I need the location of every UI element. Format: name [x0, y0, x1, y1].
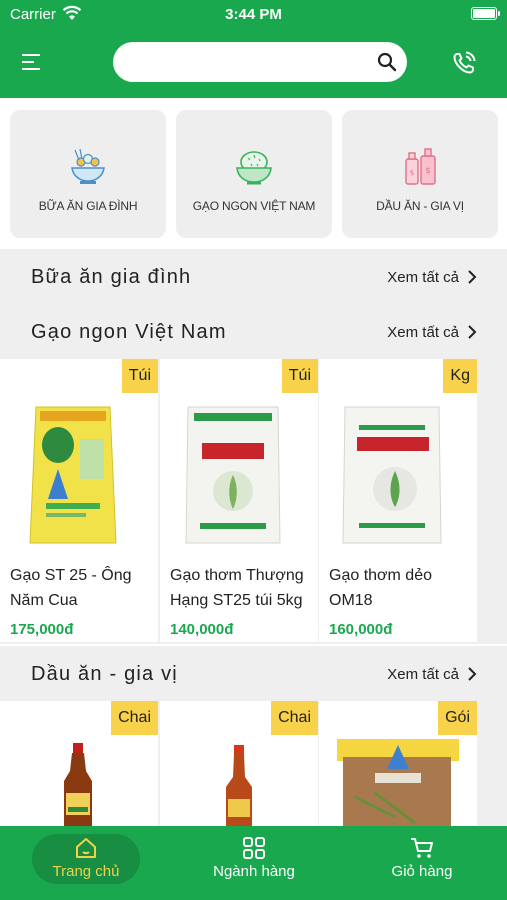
product-card[interactable]: Gói	[319, 701, 477, 826]
product-card[interactable]: Túi Gạo thơm Thượng Hạng ST25 túi 5kg 14…	[160, 359, 318, 642]
product-name: Gạo ST 25 - Ông Năm Cua	[10, 567, 132, 609]
oil-bottles-icon: $ $	[405, 148, 436, 185]
hamburger-icon	[22, 54, 40, 70]
section-title: Gạo ngon Việt Nam	[31, 321, 227, 343]
phone-call-icon	[453, 51, 476, 74]
category-strip: BỮA ĂN GIA ĐÌNH GẠO NGON VIỆT NAM $ $ DẦ…	[0, 98, 507, 248]
spice-pack-image	[337, 739, 459, 826]
product-price: 175,000đ	[10, 621, 74, 638]
search-icon[interactable]	[377, 52, 397, 72]
menu-button[interactable]	[20, 50, 46, 74]
unit-badge: Gói	[438, 701, 477, 735]
rice-product-list: Túi Gạo ST 25 - Ông Năm Cua 175,000đ Túi…	[0, 359, 507, 644]
category-label: GẠO NGON VIỆT NAM	[192, 199, 316, 213]
unit-badge: Chai	[111, 701, 158, 735]
product-card[interactable]: Túi Gạo ST 25 - Ông Năm Cua 175,000đ	[0, 359, 158, 642]
product-card[interactable]: Chai	[160, 701, 318, 826]
section-header-oil-spice: Dầu ăn - gia vị Xem tất cả	[0, 646, 507, 701]
search-input[interactable]	[127, 50, 367, 74]
chevron-right-icon[interactable]	[467, 324, 477, 340]
cart-icon	[411, 838, 433, 858]
rice-bag-image	[29, 406, 117, 544]
oil-product-list: Chai Chai Gói	[0, 701, 507, 826]
see-all-link[interactable]: Xem tất cả	[387, 324, 459, 341]
app-header: Carrier 3:44 PM	[0, 0, 507, 98]
product-name: Gạo thơm Thượng Hạng ST25 túi 5kg	[170, 567, 304, 609]
search-bar[interactable]	[113, 42, 407, 82]
tab-label: Giỏ hàng	[391, 863, 453, 880]
tab-label: Ngành hàng	[213, 863, 295, 880]
product-card[interactable]: Chai	[0, 701, 158, 826]
section-header-family-meal: Bữa ăn gia đình Xem tất cả	[0, 249, 507, 304]
see-all-link[interactable]: Xem tất cả	[387, 269, 459, 286]
product-price: 140,000đ	[170, 621, 234, 638]
chevron-right-icon[interactable]	[467, 666, 477, 682]
section-title: Dầu ăn - gia vị	[31, 663, 178, 685]
unit-badge: Túi	[121, 359, 158, 393]
product-price: 160,000đ	[329, 621, 393, 638]
category-label: BỮA ĂN GIA ĐÌNH	[38, 199, 138, 213]
fish-sauce-bottle-image	[64, 743, 92, 826]
tab-cart[interactable]: Giỏ hàng	[368, 826, 476, 900]
product-name: Gạo thơm dẻo OM18	[329, 567, 432, 609]
category-label: DẦU ĂN - GIA VỊ	[376, 199, 464, 213]
grid-icon	[243, 837, 265, 859]
unit-badge: Túi	[281, 359, 318, 393]
call-button[interactable]	[451, 50, 477, 76]
section-header-rice: Gạo ngon Việt Nam Xem tất cả	[0, 304, 507, 359]
category-card-family-meal[interactable]: BỮA ĂN GIA ĐÌNH	[10, 110, 166, 238]
tab-label: Trang chủ	[52, 863, 120, 880]
rice-bowl-icon	[236, 151, 272, 185]
rice-bag-image	[185, 406, 281, 544]
product-card[interactable]: Kg Gạo thơm dẻo OM18 160,000đ	[319, 359, 477, 642]
family-meal-icon	[71, 148, 105, 184]
unit-badge: Kg	[443, 359, 477, 393]
status-time: 3:44 PM	[225, 6, 282, 23]
chevron-right-icon[interactable]	[467, 269, 477, 285]
home-icon	[76, 838, 96, 858]
rice-bag-image	[342, 406, 442, 544]
svg-text:$: $	[425, 166, 430, 175]
status-bar: Carrier 3:44 PM	[0, 0, 507, 30]
section-title: Bữa ăn gia đình	[31, 266, 192, 288]
svg-text:$: $	[410, 169, 414, 177]
tab-categories[interactable]: Ngành hàng	[200, 826, 308, 900]
tab-home[interactable]: Trang chủ	[32, 826, 140, 900]
bottom-tab-bar: Trang chủ Ngành hàng Giỏ hàng	[0, 826, 507, 900]
category-card-oil-spice[interactable]: $ $ DẦU ĂN - GIA VỊ	[342, 110, 498, 238]
category-card-rice[interactable]: GẠO NGON VIỆT NAM	[176, 110, 332, 238]
unit-badge: Chai	[271, 701, 318, 735]
see-all-link[interactable]: Xem tất cả	[387, 666, 459, 683]
sauce-bottle-image	[226, 745, 252, 826]
battery-icon	[471, 7, 500, 20]
